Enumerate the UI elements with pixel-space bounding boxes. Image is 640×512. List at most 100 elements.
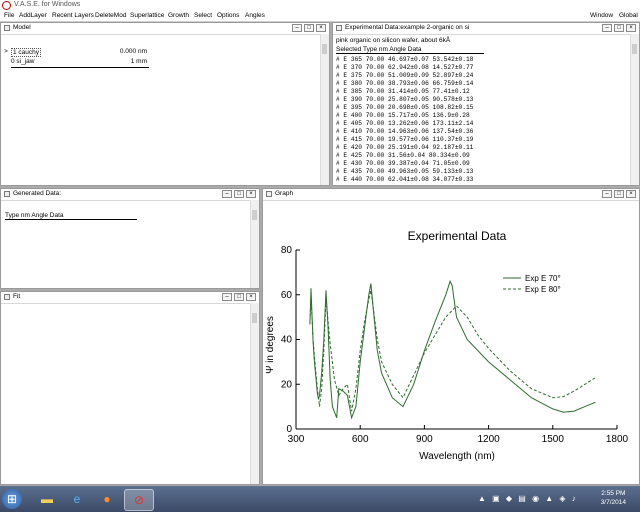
vase-app-icon: ⊘ bbox=[133, 493, 145, 507]
y-tick-label: 80 bbox=[281, 245, 293, 256]
current-layer-marker: > bbox=[4, 48, 8, 55]
layer-thickness: 0.000 nm bbox=[119, 48, 147, 55]
menu-bar: File AddLayer Recent Layers DeleteMod Su… bbox=[0, 11, 640, 22]
close-button[interactable]: × bbox=[626, 190, 636, 198]
layer-name: 1 cauchy bbox=[11, 48, 42, 57]
minimize-button[interactable]: – bbox=[292, 24, 302, 32]
maximize-button[interactable]: □ bbox=[614, 24, 624, 32]
menu-window[interactable]: Window bbox=[590, 12, 613, 19]
firefox-taskbar-button[interactable]: ● bbox=[94, 489, 120, 509]
maximize-button[interactable]: □ bbox=[234, 293, 244, 301]
experimental-data-row[interactable]: # E 425 70.00 31.56±0.04 80.334±0.09 bbox=[336, 152, 470, 159]
x-axis-label: Wavelength (nm) bbox=[419, 451, 495, 462]
chart-title: Experimental Data bbox=[408, 229, 507, 243]
close-button[interactable]: × bbox=[246, 293, 256, 301]
minimize-button[interactable]: – bbox=[602, 190, 612, 198]
model-layer-row[interactable]: > 1 cauchy 0.000 nm bbox=[3, 48, 151, 57]
window-icon bbox=[4, 25, 10, 31]
experimental-subtitle: pink organic on silicon wafer, about 6kÅ bbox=[336, 37, 451, 44]
menu-options[interactable]: Options bbox=[217, 12, 239, 19]
minimize-button[interactable]: – bbox=[222, 293, 232, 301]
experimental-scrollbar[interactable] bbox=[630, 34, 639, 185]
legend-label: Exp E 80° bbox=[525, 285, 561, 294]
model-layer-row[interactable]: 0 si_jaw 1 mm bbox=[3, 58, 151, 67]
maximize-button[interactable]: □ bbox=[234, 190, 244, 198]
close-button[interactable]: × bbox=[316, 24, 326, 32]
windows-taskbar: ⊞ ▬ e ● ⊘ ▲ ▣ ◆ ▤ ◉ ▲ ◈ ♪ 2:55 PM 3/7/20… bbox=[0, 486, 640, 512]
experimental-data-row[interactable]: # E 400 70.00 15.717±0.05 136.9±0.28 bbox=[336, 112, 470, 119]
clock-date: 3/7/2014 bbox=[600, 499, 626, 506]
experimental-data-row[interactable]: # E 440 70.00 62.041±0.08 34.077±0.33 bbox=[336, 176, 473, 183]
internet-explorer-icon: e bbox=[73, 492, 81, 506]
x-tick-label: 900 bbox=[416, 434, 433, 445]
explorer-taskbar-button[interactable]: ▬ bbox=[34, 489, 60, 509]
experimental-data-list[interactable]: # E 365 70.00 46.697±0.07 53.542±0.18 # E… bbox=[336, 56, 626, 185]
fit-window-titlebar[interactable]: Fit – □ × bbox=[1, 292, 259, 304]
x-tick-label: 1800 bbox=[606, 434, 629, 445]
close-button[interactable]: × bbox=[246, 190, 256, 198]
menu-recent-layers[interactable]: Recent Layers bbox=[52, 12, 94, 19]
model-scrollbar[interactable] bbox=[320, 34, 329, 185]
menu-superlattice[interactable]: Superlattice bbox=[130, 12, 164, 19]
model-window-title: Model bbox=[13, 24, 31, 31]
experimental-data-row[interactable]: # E 435 70.00 49.963±0.05 59.133±0.13 bbox=[336, 168, 473, 175]
layer-name: 0 si_jaw bbox=[11, 58, 35, 65]
close-button[interactable]: × bbox=[626, 24, 636, 32]
generated-window-titlebar[interactable]: Generated Data: – □ × bbox=[1, 189, 259, 201]
ie-taskbar-button[interactable]: e bbox=[64, 489, 90, 509]
experimental-data-row[interactable]: # E 380 70.00 38.793±0.06 66.759±0.14 bbox=[336, 80, 473, 87]
system-tray[interactable]: ▲ ▣ ◆ ▤ ◉ ▲ ◈ ♪ bbox=[478, 494, 578, 503]
model-separator bbox=[11, 67, 149, 68]
generated-table-header: Type nm Angle Data bbox=[5, 212, 137, 220]
experimental-data-row[interactable]: # E 410 70.00 14.963±0.06 137.54±0.36 bbox=[336, 128, 473, 135]
generated-data-window: Generated Data: – □ × Type nm Angle Data bbox=[0, 188, 260, 289]
minimize-button[interactable]: – bbox=[222, 190, 232, 198]
y-tick-label: 20 bbox=[281, 379, 293, 390]
experimental-data-row[interactable]: # E 405 70.00 13.262±0.06 173.11±2.14 bbox=[336, 120, 473, 127]
minimize-button[interactable]: – bbox=[602, 24, 612, 32]
menu-addlayer[interactable]: AddLayer bbox=[19, 12, 47, 19]
experimental-data-chart[interactable]: Experimental Data 300 600 900 1200 1500 1800 0… bbox=[263, 200, 639, 484]
experimental-data-row[interactable]: # E 385 70.00 31.414±0.05 77.41±0.12 bbox=[336, 88, 470, 95]
menu-global[interactable]: Global bbox=[619, 12, 638, 19]
experimental-data-row[interactable]: # E 420 70.00 25.191±0.04 92.187±0.11 bbox=[336, 144, 473, 151]
experimental-data-row[interactable]: # E 375 70.00 51.009±0.09 52.897±0.24 bbox=[336, 72, 473, 79]
menu-angles[interactable]: Angles bbox=[245, 12, 265, 19]
menu-deletemod[interactable]: DeleteMod bbox=[95, 12, 126, 19]
fit-scrollbar[interactable] bbox=[250, 303, 259, 484]
layer-thickness: 1 mm bbox=[130, 58, 147, 65]
folder-icon: ▬ bbox=[41, 492, 53, 506]
window-icon bbox=[266, 191, 272, 197]
experimental-window-titlebar[interactable]: Experimental Data:example 2-organic on s… bbox=[333, 23, 639, 35]
series-line-exp-e-80 bbox=[309, 290, 596, 412]
experimental-data-window: Experimental Data:example 2-organic on s… bbox=[332, 22, 640, 186]
fit-window: Fit – □ × bbox=[0, 291, 260, 485]
maximize-button[interactable]: □ bbox=[614, 190, 624, 198]
menu-select[interactable]: Select bbox=[194, 12, 212, 19]
experimental-data-row[interactable]: # E 370 70.00 62.942±0.08 14.527±0.77 bbox=[336, 64, 473, 71]
start-button[interactable]: ⊞ bbox=[2, 489, 22, 509]
window-icon bbox=[4, 294, 10, 300]
menu-growth[interactable]: Growth bbox=[168, 12, 189, 19]
x-tick-label: 1200 bbox=[477, 434, 500, 445]
generated-scrollbar[interactable] bbox=[250, 200, 259, 288]
experimental-data-row[interactable]: # E 395 70.00 20.698±0.05 108.82±0.15 bbox=[336, 104, 473, 111]
experimental-data-row[interactable]: # E 415 70.00 19.577±0.06 110.37±0.19 bbox=[336, 136, 473, 143]
menu-file[interactable]: File bbox=[4, 12, 14, 19]
x-tick-label: 600 bbox=[352, 434, 369, 445]
model-window: Model – □ × > 1 cauchy 0.000 nm 0 si_jaw 1… bbox=[0, 22, 330, 186]
windows-logo-icon: ⊞ bbox=[6, 492, 18, 506]
experimental-data-row[interactable]: # E 365 70.00 46.697±0.07 53.542±0.18 bbox=[336, 56, 473, 63]
vase-app-icon bbox=[2, 1, 11, 10]
experimental-data-row[interactable]: # E 430 70.00 39.387±0.04 71.05±0.09 bbox=[336, 160, 470, 167]
y-tick-label: 40 bbox=[281, 335, 293, 346]
y-tick-label: 60 bbox=[281, 290, 293, 301]
taskbar-clock[interactable]: 2:55 PM 3/7/2014 bbox=[601, 489, 626, 507]
graph-window: Graph – □ × Experimental Data 300 600 900 120… bbox=[262, 188, 640, 485]
vase-taskbar-button[interactable]: ⊘ bbox=[124, 489, 154, 511]
graph-window-title: Graph bbox=[275, 190, 294, 197]
maximize-button[interactable]: □ bbox=[304, 24, 314, 32]
x-tick-label: 300 bbox=[288, 434, 305, 445]
experimental-data-row[interactable]: # E 390 70.00 25.807±0.05 90.578±0.13 bbox=[336, 96, 473, 103]
model-window-titlebar[interactable]: Model – □ × bbox=[1, 23, 329, 35]
